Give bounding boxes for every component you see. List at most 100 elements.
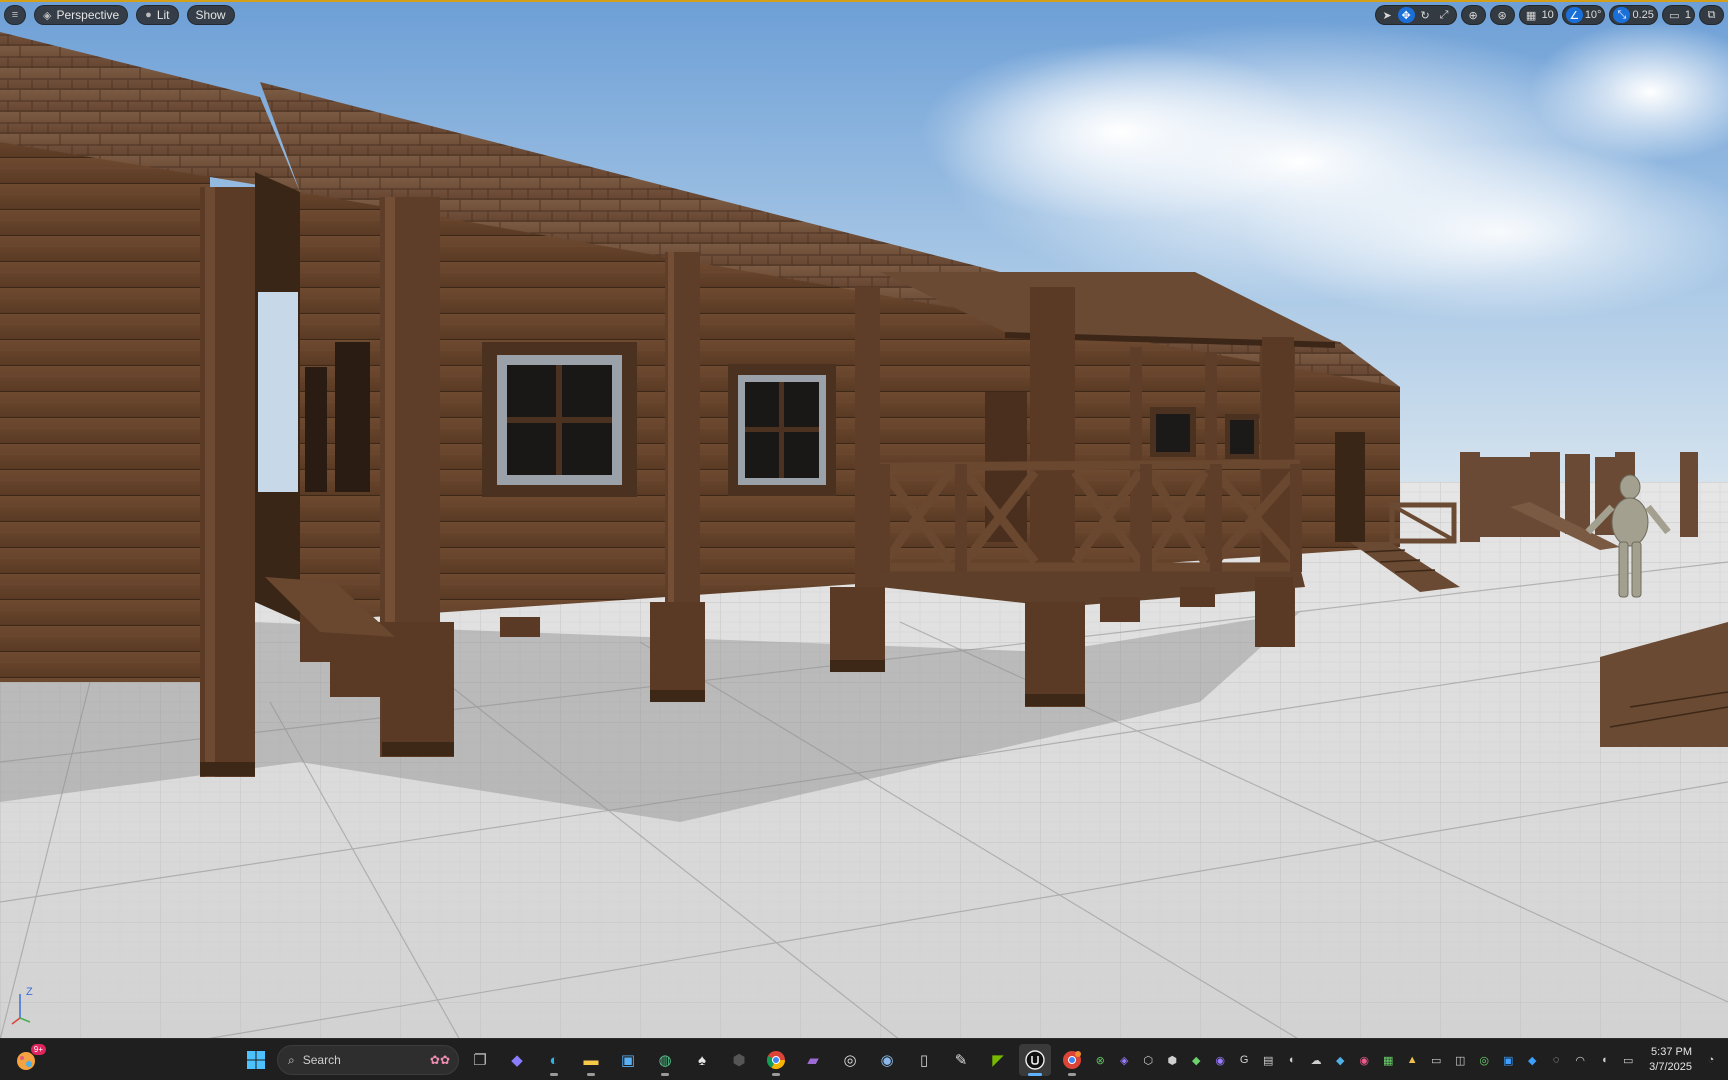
app-tray-icon-9[interactable]: ◆ — [1331, 1051, 1349, 1069]
clock-date: 3/7/2025 — [1649, 1061, 1692, 1073]
select-tool-button[interactable]: ➤ — [1379, 7, 1396, 23]
camera-icon: ▭ — [1669, 9, 1680, 22]
app-tray-icon-6[interactable]: ▤ — [1259, 1051, 1277, 1069]
dark-app[interactable]: ⬢ — [723, 1044, 755, 1076]
scale-snap-group: ⤡ 0.25 — [1609, 5, 1658, 25]
clapper-icon: ▰ — [807, 1052, 819, 1069]
app-tray-icon-12[interactable]: ▲ — [1403, 1051, 1421, 1069]
chrome-canary-app[interactable] — [1056, 1044, 1088, 1076]
grid-snap-group: ▦ 10 — [1518, 5, 1558, 25]
volume-icon[interactable]: ◖ — [1595, 1051, 1613, 1069]
lighting-mode-dropdown[interactable]: ● Lit — [136, 5, 179, 25]
notepad-app[interactable]: ✎ — [945, 1044, 977, 1076]
app-tray-icon-4[interactable]: ◆ — [1187, 1051, 1205, 1069]
maximize-viewport-button[interactable]: ⧉ — [1703, 7, 1720, 23]
earth-app[interactable]: ◍ — [649, 1044, 681, 1076]
notepad-icon: ✎ — [954, 1052, 968, 1069]
camera-speed-button[interactable]: ▭ — [1666, 7, 1683, 23]
scale-snap-value[interactable]: 0.25 — [1632, 9, 1653, 21]
grid-snap-value[interactable]: 10 — [1542, 9, 1554, 21]
scale-snap-icon: ⤡ — [1617, 8, 1627, 21]
chrome-icon — [767, 1051, 785, 1070]
taskbar-search-box[interactable]: ⌕ Search ✿✿ — [277, 1045, 459, 1075]
cursor-arrow-icon: ➤ — [1382, 9, 1392, 22]
obs-app[interactable]: ◎ — [834, 1044, 866, 1076]
clock[interactable]: 5:37 PM 3/7/2025 — [1649, 1045, 1692, 1075]
rotation-snap-value[interactable]: 10° — [1585, 9, 1602, 21]
app-tray-icon-3[interactable]: ⬢ — [1163, 1051, 1181, 1069]
start-button[interactable] — [240, 1044, 272, 1076]
angle-icon: ∠ — [1569, 9, 1580, 22]
steam-icon: ◉ — [880, 1052, 894, 1069]
transform-tools-group: ➤ ✥ ↻ ⤢ — [1374, 5, 1457, 25]
google-tray-icon[interactable]: G — [1235, 1051, 1253, 1069]
app-tray-icon-5[interactable]: ◉ — [1211, 1051, 1229, 1069]
hamburger-menu-icon: ≡ — [11, 9, 19, 21]
store-icon: ▣ — [620, 1052, 636, 1069]
chrome-app[interactable] — [760, 1044, 792, 1076]
remote-app[interactable]: ▯ — [908, 1044, 940, 1076]
app-tray-icon-2[interactable]: ⬡ — [1139, 1051, 1157, 1069]
taskbar-apps: ⌕ Search ✿✿ ❐ ◆ ◐ ▬ ▣ ◍ ♠ ⬢ ▰ ◎ ◉ ▯ ✎ ◤ — [240, 1044, 1088, 1076]
3d-scene-render[interactable] — [0, 2, 1728, 1038]
media-app[interactable]: ▰ — [797, 1044, 829, 1076]
rotation-snap-group: ∠ 10° — [1561, 5, 1606, 25]
unreal-engine-app[interactable] — [1019, 1044, 1051, 1076]
microsoft-store-app[interactable]: ▣ — [612, 1044, 644, 1076]
rotate-tool-button[interactable]: ↻ — [1417, 7, 1434, 23]
viewport-options-button[interactable]: ≡ — [4, 5, 26, 25]
app-tray-icon-7[interactable]: ◐ — [1283, 1051, 1301, 1069]
world-local-toggle[interactable]: ⊕ — [1465, 7, 1482, 23]
view-mode-dropdown[interactable]: ◈ Perspective — [34, 5, 129, 25]
rotation-snap-toggle[interactable]: ∠ — [1565, 7, 1583, 23]
maximize-icon: ⧉ — [1707, 8, 1716, 21]
app-tray-icon-15[interactable]: ◎ — [1475, 1051, 1493, 1069]
widgets-button[interactable]: 9+ — [14, 1044, 46, 1073]
nvidia-app[interactable]: ◤ — [982, 1044, 1014, 1076]
scale-tool-button[interactable]: ⤢ — [1436, 7, 1453, 23]
globe-app-icon: ◍ — [658, 1052, 672, 1069]
app-tray-icon-10[interactable]: ◉ — [1355, 1051, 1373, 1069]
file-explorer-app[interactable]: ▬ — [575, 1044, 607, 1076]
show-flags-dropdown[interactable]: Show — [186, 5, 235, 25]
app-tray-icon-1[interactable]: ◈ — [1115, 1051, 1133, 1069]
chrome-canary-icon — [1063, 1051, 1081, 1069]
maximize-viewport-group: ⧉ — [1699, 5, 1724, 25]
view-mode-label: Perspective — [56, 8, 120, 22]
viewport-toolbar-right: ➤ ✥ ↻ ⤢ ⊕ ⊛ ▦ 10 ∠ 10° ⤡ 0.25 ▭ 1 ⧉ — [1374, 5, 1724, 25]
axis-z-label: Z — [26, 986, 33, 998]
scale-snap-toggle[interactable]: ⤡ — [1613, 7, 1631, 23]
globe-icon: ⊕ — [1468, 9, 1478, 22]
wifi-icon[interactable]: ◠ — [1571, 1051, 1589, 1069]
copilot-icon: ◆ — [511, 1052, 523, 1069]
axis-lines-icon — [11, 994, 31, 1025]
viewport-toolbar-left: ≡ ◈ Perspective ● Lit Show — [4, 5, 235, 25]
level-viewport[interactable]: ≡ ◈ Perspective ● Lit Show ➤ ✥ ↻ ⤢ ⊕ ⊛ ▦… — [0, 0, 1728, 1038]
rotate-icon: ↻ — [1420, 9, 1430, 22]
steam-app[interactable]: ◉ — [871, 1044, 903, 1076]
surface-snapping-button[interactable]: ⊛ — [1494, 7, 1511, 23]
camera-speed-value[interactable]: 1 — [1685, 9, 1691, 21]
edge-app[interactable]: ◐ — [538, 1044, 570, 1076]
app-tray-icon-13[interactable]: ▭ — [1427, 1051, 1445, 1069]
grid-icon: ▦ — [1525, 9, 1537, 22]
xbox-tray-icon[interactable]: ⊗ — [1091, 1051, 1109, 1069]
task-view-button[interactable]: ❐ — [464, 1044, 496, 1076]
alien-app[interactable]: ♠ — [686, 1044, 718, 1076]
app-tray-icon-14[interactable]: ◫ — [1451, 1051, 1469, 1069]
app-tray-icon-17[interactable]: ◆ — [1523, 1051, 1541, 1069]
cherry-blossom-icon: ✿✿ — [429, 1053, 450, 1067]
camera-speed-group: ▭ 1 — [1661, 5, 1695, 25]
search-icon: ⌕ — [288, 1052, 295, 1067]
app-tray-icon-16[interactable]: ▣ — [1499, 1051, 1517, 1069]
lit-sphere-icon: ● — [145, 9, 152, 21]
battery-icon[interactable]: ▭ — [1619, 1051, 1637, 1069]
app-tray-icon-11[interactable]: ▦ — [1379, 1051, 1397, 1069]
copilot-app[interactable]: ◆ — [501, 1044, 533, 1076]
app-tray-icon-8[interactable]: ☁ — [1307, 1051, 1325, 1069]
show-label: Show — [195, 8, 226, 22]
translate-tool-button[interactable]: ✥ — [1397, 7, 1415, 23]
app-tray-icon-18[interactable]: ◌ — [1547, 1051, 1565, 1069]
notification-bell-icon[interactable]: ◔ — [1702, 1051, 1720, 1069]
grid-snap-toggle[interactable]: ▦ — [1523, 7, 1540, 23]
